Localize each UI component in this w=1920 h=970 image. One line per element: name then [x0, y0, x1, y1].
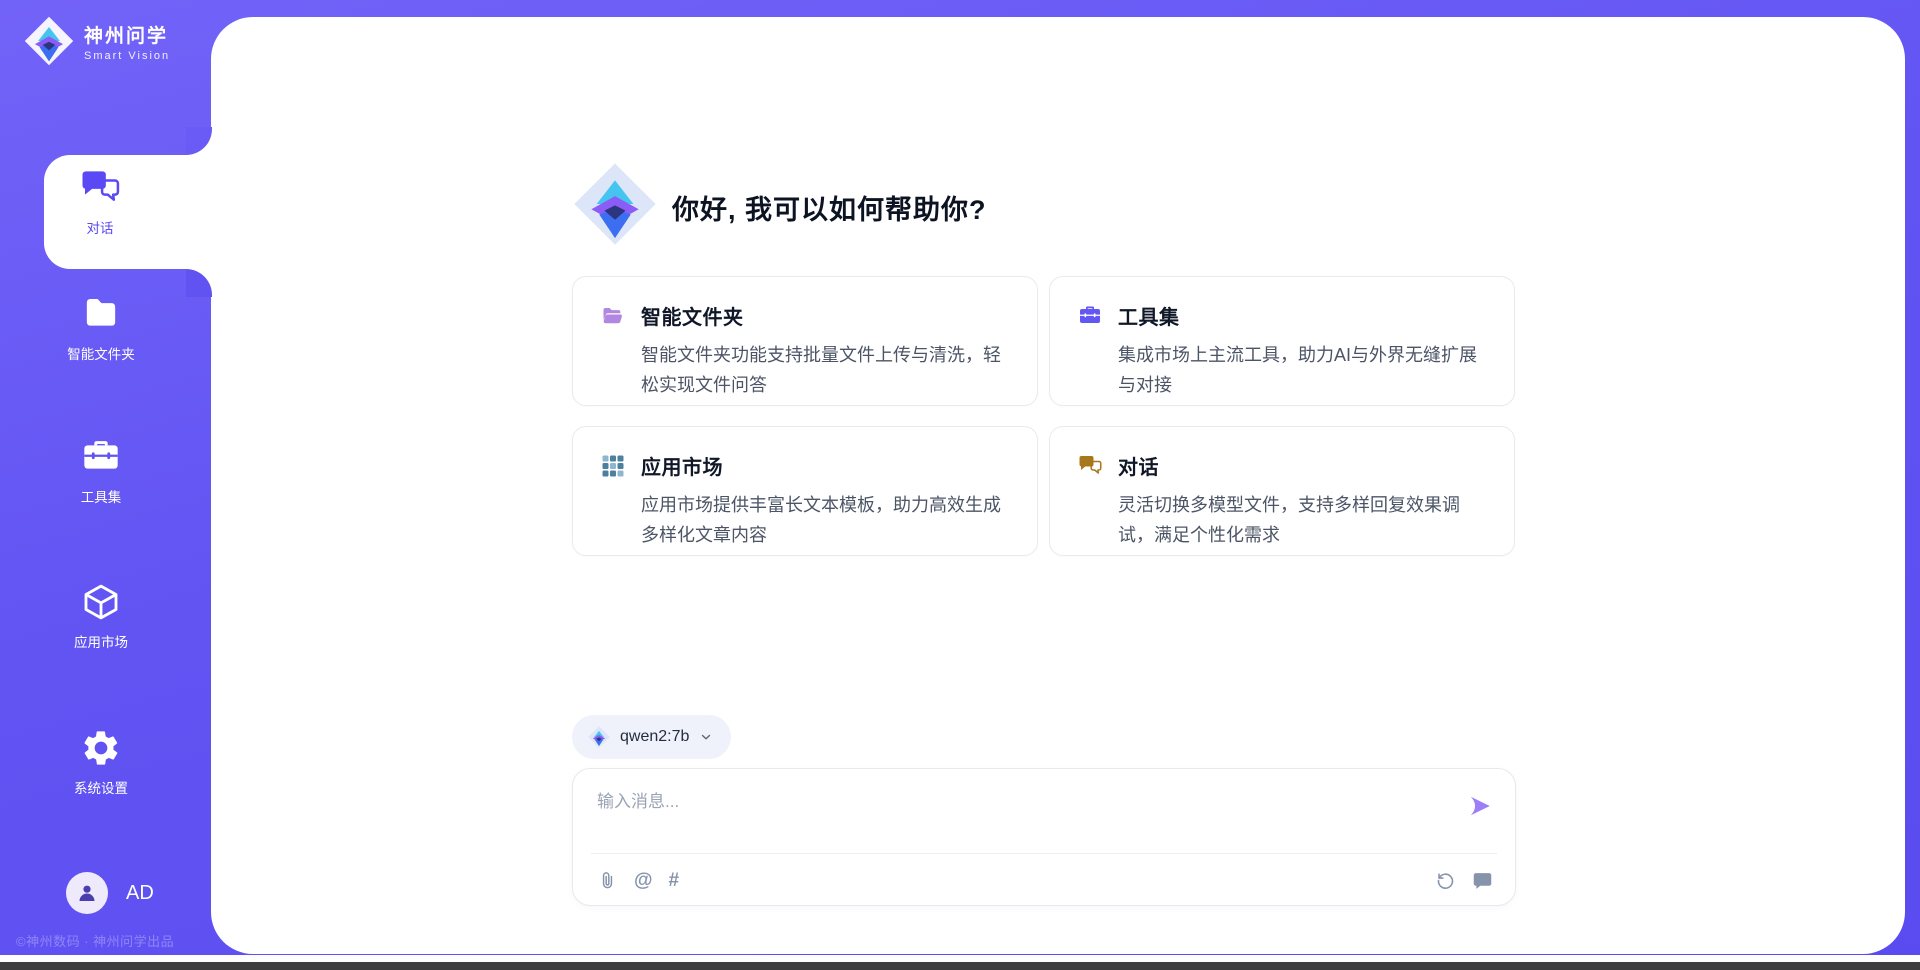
chat-icon — [80, 168, 120, 208]
model-name: qwen2:7b — [620, 728, 689, 746]
sidebar-item-toolbox[interactable]: 工具集 — [0, 437, 202, 506]
hash-icon[interactable]: # — [669, 870, 680, 891]
at-icon[interactable]: @ — [634, 870, 653, 891]
card-title: 智能文件夹 — [641, 301, 744, 330]
history-icon[interactable] — [1435, 870, 1456, 891]
chat-icon — [1078, 454, 1102, 478]
card-toolbox[interactable]: 工具集 集成市场上主流工具，助力AI与外界无缝扩展与对接 — [1049, 276, 1515, 406]
folder-icon — [81, 294, 121, 334]
card-description: 智能文件夹功能支持批量文件上传与清洗，轻松实现文件问答 — [641, 340, 1007, 400]
paperclip-icon[interactable] — [597, 870, 618, 891]
chevron-down-icon — [699, 730, 713, 744]
card-description: 集成市场上主流工具，助力AI与外界无缝扩展与对接 — [1118, 340, 1484, 400]
brand-logo: 神州问学 Smart Vision — [24, 16, 170, 66]
person-icon — [75, 881, 99, 905]
card-app-market[interactable]: 应用市场 应用市场提供丰富长文本模板，助力高效生成多样化文章内容 — [572, 426, 1038, 556]
card-title: 应用市场 — [641, 451, 723, 480]
send-icon[interactable] — [1467, 793, 1493, 819]
gear-icon — [81, 728, 121, 768]
greeting-title: 你好, 我可以如何帮助你? — [672, 188, 987, 227]
app-window: 神州问学 Smart Vision 对话 智能文件夹 工具集 — [0, 0, 1920, 970]
composer-toolbar: @ # — [597, 854, 1493, 906]
sidebar-item-label: 应用市场 — [74, 631, 128, 651]
sidebar: 神州问学 Smart Vision 对话 智能文件夹 工具集 — [0, 0, 211, 970]
brand-name: 神州问学 — [84, 21, 170, 48]
sidebar-item-app-market[interactable]: 应用市场 — [0, 582, 202, 651]
bottom-dark-strip — [0, 962, 1920, 970]
logo-diamond-icon — [24, 16, 74, 66]
sidebar-item-label: 智能文件夹 — [67, 343, 135, 363]
card-chat[interactable]: 对话 灵活切换多模型文件，支持多样回复效果调试，满足个性化需求 — [1049, 426, 1515, 556]
greeting-logo-icon — [573, 162, 657, 246]
sidebar-item-settings[interactable]: 系统设置 — [0, 728, 202, 797]
model-selector[interactable]: qwen2:7b — [572, 715, 731, 759]
folder-open-icon — [601, 304, 625, 328]
toolbox-icon — [1078, 304, 1102, 328]
bottom-white-strip — [0, 955, 1920, 962]
card-description: 应用市场提供丰富长文本模板，助力高效生成多样化文章内容 — [641, 490, 1007, 550]
message-icon[interactable] — [1472, 870, 1493, 891]
toolbox-icon — [81, 437, 121, 477]
card-smart-folder[interactable]: 智能文件夹 智能文件夹功能支持批量文件上传与清洗，轻松实现文件问答 — [572, 276, 1038, 406]
card-title: 工具集 — [1118, 301, 1180, 330]
logo-diamond-icon — [588, 726, 610, 748]
card-title: 对话 — [1118, 451, 1159, 480]
sidebar-item-label: 工具集 — [81, 486, 122, 506]
cube-icon — [81, 582, 121, 622]
sidebar-item-label: 对话 — [87, 217, 114, 237]
sidebar-item-chat[interactable]: 对话 — [30, 168, 170, 237]
brand-subtitle: Smart Vision — [84, 50, 170, 62]
sidebar-item-label: 系统设置 — [74, 777, 128, 797]
sidebar-item-smart-folder[interactable]: 智能文件夹 — [0, 294, 202, 363]
card-description: 灵活切换多模型文件，支持多样回复效果调试，满足个性化需求 — [1118, 490, 1484, 550]
user-initials: AD — [126, 882, 154, 905]
avatar — [66, 872, 108, 914]
message-composer: @ # — [572, 768, 1516, 906]
grid-icon — [601, 454, 625, 478]
copyright-text: ©神州数码 · 神州问学出品 — [16, 931, 206, 950]
message-input[interactable] — [597, 787, 1437, 845]
user-profile[interactable]: AD — [66, 872, 154, 914]
